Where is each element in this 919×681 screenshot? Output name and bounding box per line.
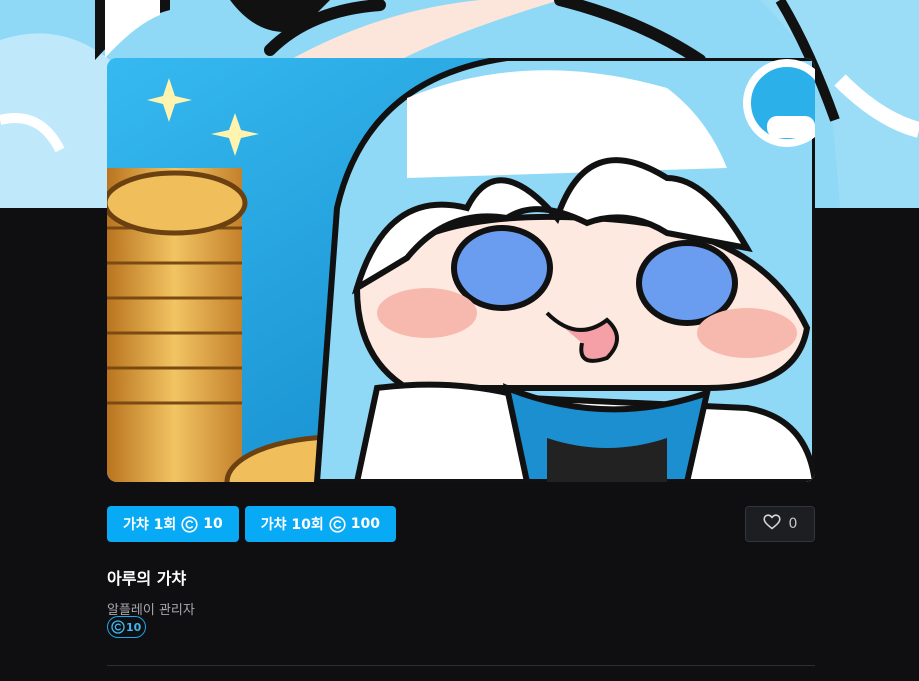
gacha-ten-label: 가챠 10회: [260, 517, 324, 533]
gacha-actions: 가챠 1회 10 가챠 10회 100: [107, 506, 396, 542]
gacha-single-label: 가챠 1회: [123, 517, 177, 533]
gacha-page: 가챠 1회 10 가챠 10회 100 0 아루의 가챠 알플레이 관리자 10: [0, 0, 919, 681]
gacha-ten-cost: 100: [350, 516, 380, 532]
price-badge: 10: [107, 616, 147, 638]
like-button[interactable]: 0: [745, 506, 815, 542]
copyright-coin-icon: [329, 515, 346, 533]
price-value: 10: [126, 620, 142, 634]
heart-icon: [762, 514, 781, 534]
gacha-cover-image: [107, 58, 815, 482]
gacha-single-button[interactable]: 가챠 1회 10: [107, 506, 239, 542]
gacha-ten-button[interactable]: 가챠 10회 100: [244, 506, 396, 542]
gacha-title: 아루의 가챠: [107, 569, 187, 588]
section-divider: [107, 665, 815, 666]
copyright-coin-icon: [181, 515, 198, 533]
gacha-single-cost: 10: [203, 516, 223, 532]
copyright-coin-icon: [111, 620, 125, 634]
like-count: 0: [788, 516, 798, 532]
